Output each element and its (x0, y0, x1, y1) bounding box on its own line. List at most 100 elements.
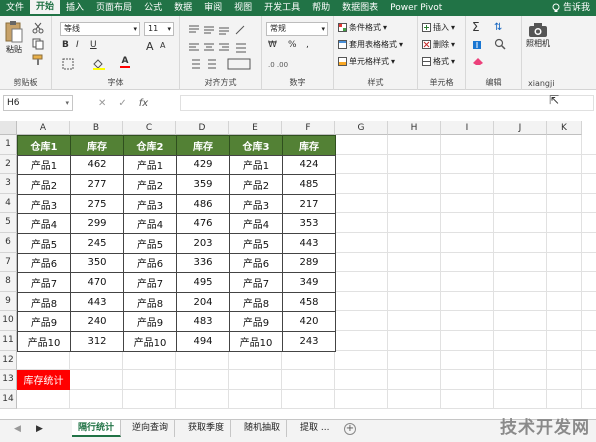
table-cell[interactable]: 350 (70, 252, 124, 274)
table-cell[interactable]: 产品7 (17, 272, 71, 293)
sheet-tab-get-quarter[interactable]: 获取季度 (182, 420, 232, 437)
tell-me-box[interactable]: 告诉我 (552, 0, 596, 16)
table-cell[interactable]: 424 (282, 154, 336, 176)
table-cell[interactable]: 299 (70, 213, 124, 234)
fx-icon[interactable]: fx (139, 98, 148, 109)
table-cell[interactable]: 产品9 (17, 311, 71, 332)
find-icon[interactable] (494, 38, 506, 50)
table-cell[interactable]: 产品4 (17, 213, 71, 234)
delete-cells-button[interactable]: 删除 ▾ (422, 39, 455, 50)
table-cell[interactable]: 产品6 (229, 252, 283, 274)
sheet-tab-reverse-lookup[interactable]: 逆向查询 (126, 420, 176, 437)
column-header[interactable]: B (70, 121, 123, 135)
row-header[interactable]: 6 (0, 233, 17, 253)
sheet-tab-alternate-rows[interactable]: 隔行统计 (72, 420, 122, 437)
table-cell[interactable]: 336 (176, 252, 230, 274)
indent-icon[interactable] (188, 58, 254, 70)
table-header-cell[interactable]: 库存 (176, 135, 230, 156)
cell-styles-button[interactable]: 单元格样式 ▾ (338, 56, 395, 67)
tab-data[interactable]: 数据 (168, 0, 198, 16)
paste-button[interactable]: 粘贴 (4, 20, 24, 55)
sheet-tab-random-pick[interactable]: 随机抽取 (238, 420, 288, 437)
column-header[interactable]: J (494, 121, 547, 135)
column-header[interactable]: D (176, 121, 229, 135)
autosum-icon[interactable]: Σ (472, 20, 480, 34)
tab-page-layout[interactable]: 页面布局 (90, 0, 138, 16)
table-cell[interactable]: 产品10 (123, 331, 177, 352)
tab-review[interactable]: 审阅 (198, 0, 228, 16)
table-cell[interactable]: 240 (70, 311, 124, 332)
table-cell[interactable]: 产品4 (229, 213, 283, 234)
table-cell[interactable]: 359 (176, 174, 230, 195)
column-header[interactable]: K (547, 121, 582, 135)
table-cell[interactable]: 353 (282, 213, 336, 234)
table-header-cell[interactable]: 仓库1 (17, 135, 71, 156)
row-header[interactable]: 13 (0, 370, 17, 390)
row-header[interactable]: 4 (0, 193, 17, 214)
sheet-tab-extract[interactable]: 提取 ... (294, 420, 335, 437)
table-cell[interactable]: 217 (282, 193, 336, 215)
tab-power-pivot[interactable]: Power Pivot (384, 0, 448, 16)
table-cell[interactable]: 产品8 (229, 291, 283, 313)
tab-formulas[interactable]: 公式 (138, 0, 168, 16)
tab-file[interactable]: 文件 (0, 0, 30, 16)
table-cell[interactable]: 产品9 (229, 311, 283, 332)
name-box[interactable]: H6 ▾ (3, 95, 73, 111)
table-cell[interactable]: 204 (176, 291, 230, 313)
table-cell[interactable]: 485 (282, 174, 336, 195)
column-header[interactable]: E (229, 121, 282, 135)
table-cell[interactable]: 495 (176, 272, 230, 293)
tab-insert[interactable]: 插入 (60, 0, 90, 16)
currency-button[interactable]: ₩ (268, 40, 277, 50)
column-header[interactable]: A (17, 121, 70, 135)
row-header[interactable]: 7 (0, 252, 17, 273)
sheet-next-icon[interactable]: ▶ (36, 424, 43, 434)
table-cell[interactable]: 产品2 (123, 174, 177, 195)
table-cell[interactable]: 429 (176, 154, 230, 176)
table-header-cell[interactable]: 仓库3 (229, 135, 283, 156)
table-cell[interactable]: 产品10 (17, 331, 71, 352)
table-cell[interactable]: 产品7 (123, 272, 177, 293)
align-left-icon[interactable] (188, 42, 254, 54)
camera-button[interactable]: 照相机 (526, 22, 550, 49)
cut-icon[interactable] (32, 22, 44, 34)
fill-color-icon[interactable] (92, 58, 106, 70)
table-cell[interactable]: 486 (176, 193, 230, 215)
format-painter-icon[interactable] (32, 54, 44, 66)
table-cell[interactable]: 312 (70, 331, 124, 352)
table-cell[interactable]: 产品1 (17, 154, 71, 176)
table-cell[interactable]: 产品5 (17, 233, 71, 254)
border-icon[interactable] (62, 58, 74, 70)
table-cell[interactable]: 产品6 (17, 252, 71, 274)
table-cell[interactable]: 产品3 (123, 193, 177, 215)
row-header[interactable]: 8 (0, 272, 17, 292)
table-header-cell[interactable]: 仓库2 (123, 135, 177, 156)
select-all-corner[interactable] (0, 121, 17, 135)
formula-input[interactable] (180, 95, 594, 111)
tab-data-chart[interactable]: 数据图表 (336, 0, 384, 16)
worksheet-grid[interactable]: A B C D E F G H I J K 1 2 3 4 5 6 7 8 9 10 11 12 13 14 仓库1 库存 仓库2 库存… (0, 121, 596, 419)
table-cell[interactable]: 470 (70, 272, 124, 293)
format-as-table-button[interactable]: 套用表格格式 ▾ (338, 39, 403, 50)
row-header[interactable]: 9 (0, 291, 17, 312)
table-cell[interactable]: 349 (282, 272, 336, 293)
insert-cells-button[interactable]: 插入 ▾ (422, 22, 455, 33)
underline-button[interactable]: U (90, 40, 97, 50)
font-name-dropdown[interactable]: 等线 ▾ (60, 22, 140, 36)
table-cell[interactable]: 243 (282, 331, 336, 352)
grow-font-button[interactable]: A (146, 40, 154, 53)
table-cell[interactable]: 产品1 (123, 154, 177, 176)
row-header[interactable]: 10 (0, 311, 17, 331)
tab-developer[interactable]: 开发工具 (258, 0, 306, 16)
enter-icon[interactable]: ✓ (118, 98, 126, 109)
row-header[interactable]: 1 (0, 135, 17, 155)
decimal-icon[interactable]: .0 .00 (268, 58, 308, 70)
row-header[interactable]: 3 (0, 174, 17, 194)
table-cell[interactable]: 产品2 (17, 174, 71, 195)
cancel-icon[interactable]: ✕ (98, 98, 106, 109)
table-cell[interactable]: 277 (70, 174, 124, 195)
table-cell[interactable]: 443 (282, 233, 336, 254)
row-header[interactable]: 14 (0, 389, 17, 410)
table-cell[interactable]: 产品8 (123, 291, 177, 313)
table-cell[interactable]: 494 (176, 331, 230, 352)
